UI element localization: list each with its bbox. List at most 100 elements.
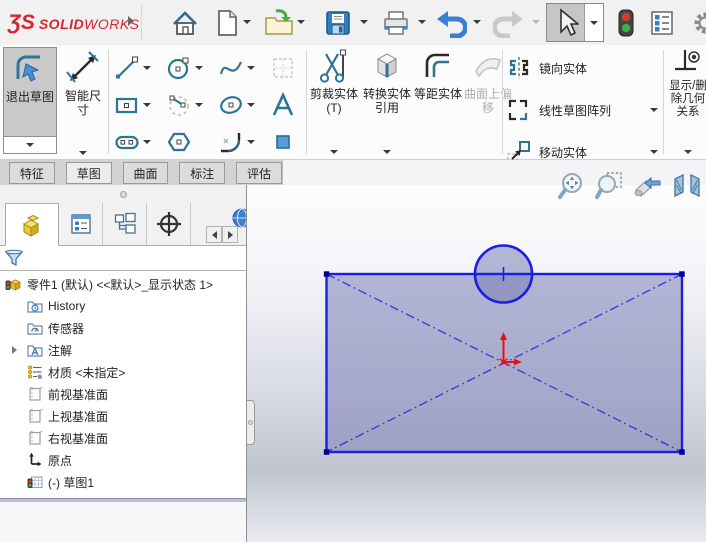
previous-view-icon[interactable] bbox=[632, 171, 664, 201]
offset-entities-icon bbox=[421, 47, 455, 87]
sketch-canvas[interactable] bbox=[247, 185, 706, 542]
tab-feature-tree[interactable] bbox=[5, 203, 59, 246]
spline-dropdown[interactable] bbox=[247, 65, 255, 70]
tree-item-label: 原点 bbox=[48, 453, 73, 468]
tree-item-annotations[interactable]: 注解 bbox=[0, 339, 246, 361]
arc-icon bbox=[169, 95, 189, 116]
move-entities-dropdown[interactable] bbox=[650, 150, 658, 154]
exit-sketch-dropdown[interactable] bbox=[3, 137, 57, 154]
display-relations-icon bbox=[672, 47, 704, 80]
tab-dimxpert[interactable] bbox=[147, 203, 191, 245]
smart-dimension-dropdown[interactable] bbox=[79, 151, 87, 155]
new-document-dropdown[interactable] bbox=[243, 20, 251, 24]
tree-item-history[interactable]: History bbox=[0, 295, 246, 317]
panel-splitter-handle[interactable] bbox=[247, 400, 255, 445]
tree-item-material[interactable]: 材质 <未指定> bbox=[0, 361, 246, 383]
save-button[interactable] bbox=[321, 6, 355, 40]
save-dropdown[interactable] bbox=[360, 20, 368, 24]
tab-evaluate[interactable]: 评估 bbox=[236, 162, 282, 184]
offset-entities-label: 等距实体 bbox=[414, 87, 463, 101]
tree-item-top-plane[interactable]: 上视基准面 bbox=[0, 405, 246, 427]
ellipse-dropdown[interactable] bbox=[247, 102, 255, 107]
home-button[interactable] bbox=[168, 6, 202, 40]
rectangle-tool[interactable] bbox=[112, 86, 164, 123]
tree-item-label: 右视基准面 bbox=[48, 431, 109, 446]
graphics-viewport[interactable] bbox=[247, 185, 706, 542]
trim-dropdown[interactable] bbox=[330, 150, 338, 154]
sketch-tool-grid bbox=[112, 49, 318, 160]
convert-entities-button[interactable]: 转换实体引用 bbox=[361, 47, 413, 157]
zoom-area-icon[interactable] bbox=[594, 171, 624, 201]
convert-dropdown[interactable] bbox=[383, 150, 391, 154]
tree-item-origin[interactable]: 原点 bbox=[0, 449, 246, 471]
tree-item-right-plane[interactable]: 右视基准面 bbox=[0, 427, 246, 449]
tab-configuration-manager[interactable] bbox=[103, 203, 147, 245]
undo-button[interactable] bbox=[434, 6, 468, 40]
select-tool-button[interactable] bbox=[547, 4, 585, 41]
tree-item-front-plane[interactable]: 前视基准面 bbox=[0, 383, 246, 405]
print-dropdown[interactable] bbox=[418, 20, 426, 24]
tab-sketch[interactable]: 草图 bbox=[65, 162, 112, 184]
linear-pattern-button[interactable]: 线性草图阵列 bbox=[506, 95, 660, 125]
tree-item-part-root[interactable]: 零件1 (默认) <<默认>_显示状态 1> bbox=[0, 273, 246, 295]
smart-dimension-button[interactable]: 智能尺寸 bbox=[60, 47, 106, 157]
tab-scroll-left-button[interactable] bbox=[206, 226, 222, 243]
print-button[interactable] bbox=[379, 6, 413, 40]
polygon-icon bbox=[167, 132, 191, 151]
display-relations-dropdown[interactable] bbox=[684, 150, 692, 154]
tab-annotations[interactable]: 标注 bbox=[179, 162, 226, 184]
line-tool[interactable] bbox=[112, 49, 164, 86]
tab-property-manager[interactable] bbox=[59, 203, 103, 245]
arc-tool[interactable] bbox=[164, 86, 216, 123]
fillet-dropdown[interactable] bbox=[247, 139, 255, 144]
plane-icon bbox=[276, 134, 290, 149]
circle-dropdown[interactable] bbox=[195, 65, 203, 70]
ellipse-tool[interactable] bbox=[216, 86, 268, 123]
tree-item-sketch1[interactable]: (-) 草图1 bbox=[0, 471, 246, 493]
tree-filter-input[interactable] bbox=[24, 248, 246, 268]
mirror-entities-label: 镜向实体 bbox=[539, 61, 588, 76]
move-entities-label: 移动实体 bbox=[539, 145, 588, 160]
undo-dropdown[interactable] bbox=[473, 20, 481, 24]
arc-dropdown[interactable] bbox=[195, 102, 203, 107]
tab-scroll-right-button[interactable] bbox=[222, 226, 238, 243]
expand-arrow-icon[interactable] bbox=[12, 346, 17, 354]
tab-surfaces[interactable]: 曲面 bbox=[122, 162, 169, 184]
exit-sketch-button[interactable]: 退出草图 bbox=[3, 47, 57, 157]
zoom-fit-icon[interactable] bbox=[556, 171, 586, 201]
headsup-view-toolbar bbox=[556, 171, 702, 201]
scroll-left-icon bbox=[211, 230, 217, 239]
line-dropdown[interactable] bbox=[143, 65, 151, 70]
polygon-tool[interactable] bbox=[164, 123, 216, 160]
section-view-icon[interactable] bbox=[672, 171, 702, 201]
display-relations-button[interactable]: 显示/删除几何关系 bbox=[667, 47, 706, 157]
new-document-button[interactable] bbox=[210, 6, 244, 40]
fillet-tool[interactable] bbox=[216, 123, 268, 160]
linear-pattern-dropdown[interactable] bbox=[650, 108, 658, 112]
trim-entities-button[interactable]: 剪裁实体(T) bbox=[309, 47, 359, 157]
redo-dropdown bbox=[532, 20, 540, 24]
select-tool-control[interactable] bbox=[546, 3, 604, 42]
slot-dropdown[interactable] bbox=[143, 139, 151, 144]
rebuild-button[interactable] bbox=[609, 6, 643, 40]
command-manager-ribbon: 退出草图 智能尺寸 剪裁实体(T) 转换实体引用 等距实体 曲面上偏移 镜向实体… bbox=[0, 45, 706, 164]
tree-item-sensors[interactable]: 传感器 bbox=[0, 317, 246, 339]
options-list-button[interactable] bbox=[645, 6, 679, 40]
convert-entities-label: 转换实体引用 bbox=[362, 87, 411, 115]
trim-entities-label: 剪裁实体(T) bbox=[309, 87, 358, 115]
tab-features[interactable]: 特征 bbox=[9, 162, 55, 184]
rectangle-dropdown[interactable] bbox=[143, 102, 151, 107]
menu-expand-arrow-icon[interactable] bbox=[128, 16, 134, 26]
select-tool-dropdown[interactable] bbox=[585, 4, 603, 41]
mirror-entities-button[interactable]: 镜向实体 bbox=[506, 53, 660, 83]
offset-entities-button[interactable]: 等距实体 bbox=[414, 47, 462, 157]
slot-tool[interactable] bbox=[112, 123, 164, 160]
open-button[interactable] bbox=[262, 6, 296, 40]
circle-tool[interactable] bbox=[164, 49, 216, 86]
panel-splitter-grip[interactable] bbox=[0, 185, 246, 203]
filter-funnel-icon bbox=[4, 249, 24, 266]
settings-gear-button[interactable] bbox=[688, 6, 706, 40]
open-dropdown[interactable] bbox=[297, 20, 305, 24]
spline-tool[interactable] bbox=[216, 49, 268, 86]
redo-button[interactable] bbox=[492, 6, 526, 40]
